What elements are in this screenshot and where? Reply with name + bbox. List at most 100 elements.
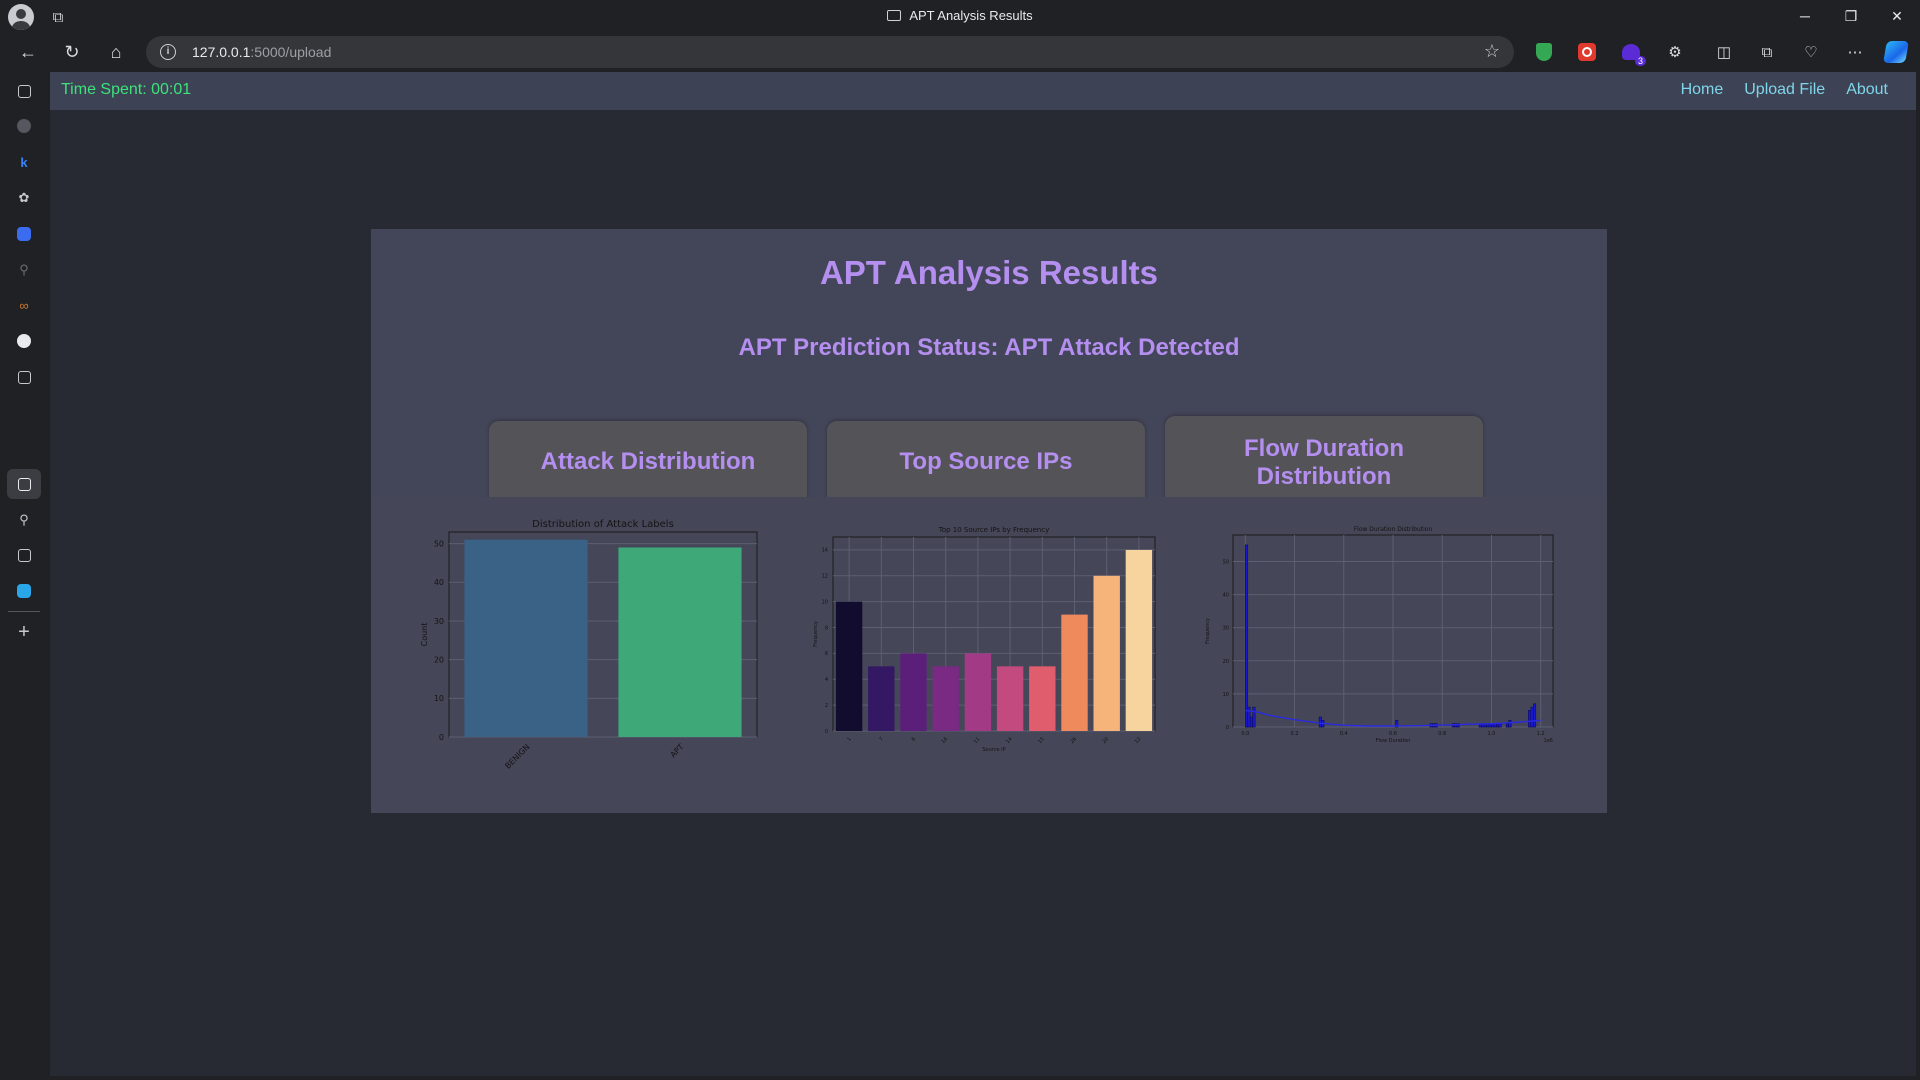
y-tick-label: 10: [1223, 692, 1229, 698]
x-axis-label: Flow Duration: [1376, 738, 1411, 744]
chatgpt-icon[interactable]: ✿: [15, 189, 33, 207]
card-title: Attack Distribution: [540, 448, 756, 475]
y-tick-label: 30: [1223, 626, 1229, 632]
restore-button[interactable]: ❐: [1828, 0, 1874, 32]
blue-app-icon[interactable]: [15, 225, 33, 243]
bar: [1029, 666, 1056, 731]
time-spent: Time Spent: 00:01: [61, 81, 192, 98]
x-tick-label: 1.2: [1537, 731, 1545, 737]
bar: [464, 539, 588, 737]
bookmark-star-icon[interactable]: ☆: [1484, 41, 1500, 62]
split-screen-icon[interactable]: ◫: [1712, 40, 1736, 64]
y-axis-label: Count: [420, 623, 429, 647]
flow-duration-chart: 0 10 20 30 40 50 0.0 0.2 0.4 0.6 0.8 1.0 1.2 Flow Dur…: [1205, 526, 1554, 744]
url-text[interactable]: 127.0.0.1:5000/upload: [192, 44, 331, 60]
x-tick-label: 11: [973, 736, 982, 745]
browser-sidebar: k ✿ ⚲ ∞ ⚲ +: [0, 72, 50, 1080]
y-tick-label: 40: [434, 578, 444, 587]
chart-title: Distribution of Attack Labels: [532, 519, 674, 530]
home-icon[interactable]: ⌂: [105, 41, 127, 63]
window-titlebar: ⧉ APT Analysis Results ─ ❐ ✕: [0, 0, 1920, 32]
bar: [1125, 549, 1153, 731]
bar: [964, 653, 992, 731]
x-tick-label: 0.4: [1340, 731, 1348, 737]
sidebar-divider: [8, 611, 40, 612]
add-app-icon[interactable]: +: [15, 621, 33, 643]
histogram-bar: [1533, 703, 1537, 728]
bar: [1061, 614, 1088, 731]
site-info-icon[interactable]: i: [160, 44, 176, 60]
y-tick-label: 14: [822, 548, 828, 554]
collections-icon[interactable]: ⧉: [1755, 40, 1779, 64]
bar: [1093, 575, 1120, 731]
bar: [932, 666, 959, 731]
results-panel: APT Analysis Results APT Prediction Stat…: [371, 229, 1607, 813]
x-tick-label: 15: [1037, 736, 1046, 745]
bar: [835, 601, 863, 731]
y-tick-label: 10: [434, 694, 444, 703]
bar: [996, 666, 1024, 731]
window-title: APT Analysis Results: [0, 8, 1920, 23]
minimize-button[interactable]: ─: [1782, 0, 1828, 32]
search-icon[interactable]: ⚲: [15, 511, 33, 529]
y-tick-label: 12: [822, 574, 828, 580]
chart-title: Flow Duration Distribution: [1354, 526, 1433, 533]
y-tick-label: 20: [434, 655, 444, 664]
address-bar[interactable]: i 127.0.0.1:5000/upload ☆: [146, 36, 1514, 68]
chart-title: Top 10 Source IPs by Frequency: [938, 526, 1049, 534]
k-app-icon[interactable]: k: [15, 153, 33, 171]
card-flow-duration[interactable]: Flow Duration Distribution: [1165, 416, 1483, 501]
saved-tab-icon[interactable]: [15, 546, 33, 564]
search-app-icon[interactable]: ⚲: [15, 261, 33, 279]
x-tick-label: 0.8: [1438, 731, 1446, 737]
card-title: Flow Duration Distribution: [1244, 435, 1404, 490]
more-menu-icon[interactable]: ⋯: [1843, 40, 1867, 64]
y-tick-label: 50: [434, 539, 444, 548]
back-arrow-icon[interactable]: ←: [17, 41, 39, 63]
card-top-source-ips[interactable]: Top Source IPs: [827, 421, 1145, 501]
infinity-app-icon[interactable]: ∞: [15, 296, 33, 314]
charts-strip: 0 10 20 30 40 50 BENIGN APT Distribution of Atta…: [371, 497, 1607, 813]
nav-link-upload-file[interactable]: Upload File: [1744, 81, 1825, 99]
github-app-icon[interactable]: [15, 332, 33, 350]
calendar-app-icon[interactable]: [15, 368, 33, 386]
reload-icon[interactable]: ↻: [61, 41, 83, 63]
active-tab-icon[interactable]: [15, 475, 33, 493]
y-tick-label: 0: [1226, 725, 1229, 731]
github-icon[interactable]: [15, 117, 33, 135]
x-tick-label: 0.0: [1241, 731, 1249, 737]
record-extension-icon[interactable]: [1575, 40, 1599, 64]
y-tick-label: 10: [822, 599, 828, 605]
shield-extension-icon[interactable]: [1532, 40, 1556, 64]
purple-extension-icon[interactable]: 3: [1619, 40, 1646, 66]
histogram-bar: [1496, 723, 1500, 728]
y-tick-label: 0: [825, 729, 828, 735]
nav-link-home[interactable]: Home: [1681, 81, 1724, 99]
outlook-app-icon[interactable]: [15, 582, 33, 600]
histogram-bar: [1318, 716, 1322, 728]
nav-link-about[interactable]: About: [1846, 81, 1888, 99]
bar: [868, 666, 895, 731]
y-tick-label: 50: [1223, 559, 1229, 565]
x-tick-label: 7: [878, 736, 884, 742]
x-tick-label: 6: [911, 736, 917, 742]
histogram-bar: [1249, 716, 1253, 728]
page-title: APT Analysis Results: [819, 254, 1159, 291]
prediction-status: APT Prediction Status: APT Attack Detect…: [738, 334, 1240, 361]
copilot-icon[interactable]: [1883, 40, 1909, 64]
x-tick-label: APT: [669, 742, 686, 759]
histogram-bar: [1530, 706, 1534, 728]
tab-actions-icon[interactable]: [15, 82, 33, 100]
x-tick-label: 26: [1069, 736, 1078, 745]
close-button[interactable]: ✕: [1874, 0, 1920, 32]
extensions-puzzle-icon[interactable]: ⚙: [1663, 40, 1687, 64]
x-tick-label: 0.2: [1291, 731, 1299, 737]
y-axis-label: Frequency: [1205, 618, 1211, 644]
y-tick-label: 8: [825, 625, 828, 631]
card-attack-distribution[interactable]: Attack Distribution: [489, 421, 807, 501]
x-tick-label: BENIGN: [503, 742, 531, 770]
x-tick-label: 12: [1134, 736, 1143, 745]
x-tick-label: 20: [1101, 736, 1110, 745]
browser-essentials-icon[interactable]: ♡: [1799, 40, 1823, 64]
x-tick-label: 1: [846, 736, 852, 742]
